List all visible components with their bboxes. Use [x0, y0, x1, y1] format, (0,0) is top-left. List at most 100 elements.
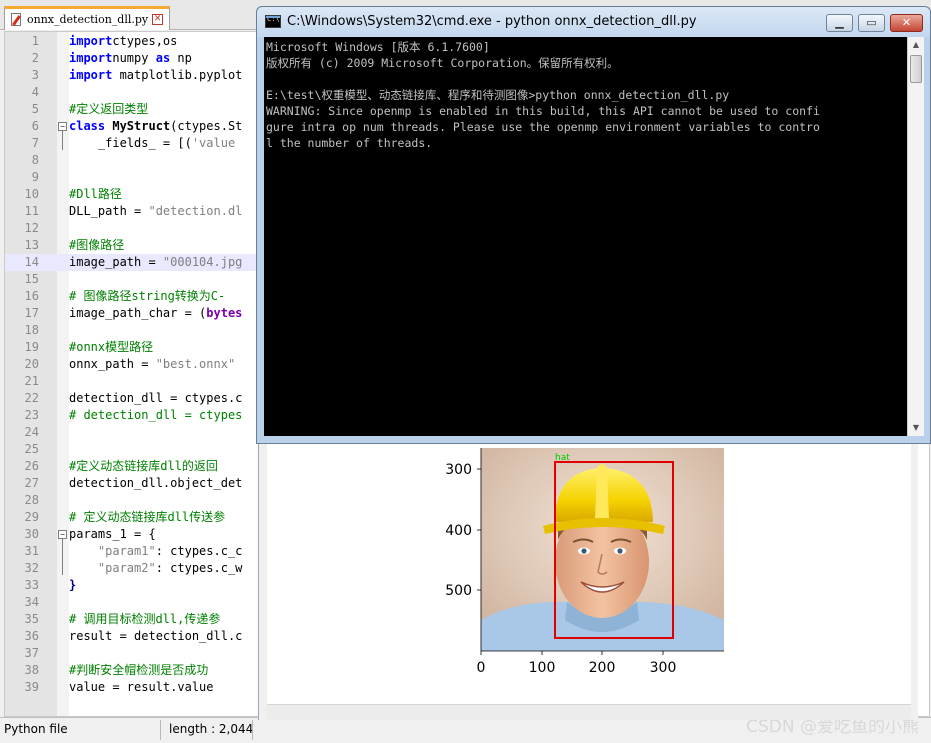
code-text: detection_dll = ctypes.c — [69, 390, 242, 407]
line-number: 2 — [31, 51, 39, 65]
line-number: 11 — [24, 204, 39, 218]
line-number: 20 — [24, 357, 39, 371]
line-number: 38 — [24, 663, 39, 677]
line-number: 32 — [24, 561, 39, 575]
cmd-title: C:\Windows\System32\cmd.exe - python onn… — [287, 14, 697, 29]
code-token: (ctypes.St — [170, 119, 243, 133]
code-text: importnumpy as np — [69, 50, 192, 67]
cmd-title-bar[interactable]: C:\Windows\System32\cmd.exe - python onn… — [257, 7, 930, 37]
scroll-up-icon[interactable]: ▲ — [908, 37, 924, 53]
code-text: #Dll路径 — [69, 186, 122, 203]
code-text: #图像路径 — [69, 237, 124, 254]
console-line: Microsoft Windows [版本 6.1.7600] — [266, 40, 490, 54]
line-number: 22 — [24, 391, 39, 405]
line-number: 7 — [31, 136, 39, 150]
fold-guide — [62, 131, 63, 150]
code-text: import matplotlib.pyplot — [69, 67, 242, 84]
x-tick-label: 0 — [477, 660, 486, 676]
status-length: length : 2,044 — [169, 722, 254, 736]
y-axis-ticks: 300 400 500 — [445, 462, 481, 599]
fold-guide — [62, 539, 63, 575]
code-text: importctypes,os — [69, 33, 177, 50]
line-number: 34 — [24, 595, 39, 609]
cmd-scrollbar[interactable]: ▲ ▼ — [907, 37, 924, 436]
code-text: detection_dll.object_det — [69, 475, 242, 492]
code-token: #定义返回类型 — [69, 102, 149, 116]
line-number: 39 — [24, 680, 39, 694]
status-divider — [252, 720, 253, 740]
detection-label: hat — [555, 453, 570, 463]
close-button[interactable]: ✕ — [890, 14, 923, 32]
line-number: 3 — [31, 68, 39, 82]
line-number: 23 — [24, 408, 39, 422]
scroll-thumb[interactable] — [910, 55, 922, 83]
figure-canvas: hat 300 400 500 0 100 200 300 — [267, 430, 911, 704]
code-text: "param2": ctypes.c_w — [69, 560, 243, 577]
code-text: # 调用目标检测dll,传递参 — [69, 611, 220, 628]
figure-window: hat 300 400 500 0 100 200 300 — [258, 430, 918, 720]
line-number: 13 — [24, 238, 39, 252]
code-token: result = detection_dll.c — [69, 629, 243, 643]
x-tick-label: 300 — [650, 660, 677, 676]
code-token: #onnx模型路径 — [69, 340, 154, 354]
code-token: #判断安全帽检测是否成功 — [69, 663, 209, 677]
minimize-button[interactable]: ▁ — [826, 14, 853, 32]
code-token: MyStruct — [112, 119, 171, 133]
line-number: 36 — [24, 629, 39, 643]
code-text: "param1": ctypes.c_c — [69, 543, 243, 560]
line-number: 24 — [24, 425, 39, 439]
line-number: 30 — [24, 527, 39, 541]
code-token: : ctypes.c_w — [155, 561, 243, 575]
code-token: "best.onnx" — [155, 357, 236, 371]
line-number: 35 — [24, 612, 39, 626]
tab-onnx-detection-dll[interactable]: onnx_detection_dll.py ✕ — [4, 6, 170, 30]
cmd-console[interactable]: Microsoft Windows [版本 6.1.7600] 版权所有 (c) … — [264, 37, 907, 436]
code-text: image_path = "000104.jpg — [69, 254, 242, 271]
code-text: #定义动态链接库dll的返回 — [69, 458, 218, 475]
line-number: 14 — [24, 255, 39, 269]
status-file-type: Python file — [4, 722, 68, 736]
line-number: 29 — [24, 510, 39, 524]
line-number: 9 — [31, 170, 39, 184]
code-token: matplotlib.pyplot — [112, 68, 243, 82]
scroll-down-icon[interactable]: ▼ — [908, 420, 924, 436]
code-token: image_path_char = ( — [69, 306, 207, 320]
code-text: #定义返回类型 — [69, 101, 148, 118]
tab-label: onnx_detection_dll.py — [27, 13, 149, 26]
line-number: 5 — [31, 102, 39, 116]
code-text: _fields_ = [('value — [69, 135, 235, 152]
code-text: DLL_path = "detection.dl — [69, 203, 242, 220]
line-number: 17 — [24, 306, 39, 320]
code-token: "param1" — [97, 544, 156, 558]
code-token: #定义动态链接库dll的返回 — [69, 459, 218, 473]
line-number: 26 — [24, 459, 39, 473]
fold-toggle-icon[interactable]: − — [58, 530, 67, 539]
code-token: numpy — [112, 51, 156, 65]
console-line: WARNING: Since openmp is enabled in this… — [266, 104, 820, 118]
code-text: class MyStruct(ctypes.St — [69, 118, 242, 135]
code-token: ctypes,os — [112, 34, 178, 48]
figure-toolbar — [267, 704, 911, 720]
line-number: 27 — [24, 476, 39, 490]
code-token: import — [69, 68, 113, 82]
code-token: #图像路径 — [69, 238, 125, 252]
code-token: #Dll路径 — [69, 187, 122, 201]
tab-close-icon[interactable]: ✕ — [152, 14, 164, 25]
code-token: params_1 = { — [69, 527, 156, 541]
code-token: # 定义动态链接库dll传送参 — [69, 510, 226, 524]
code-text: # detection_dll = ctypes — [69, 407, 242, 424]
line-number: 33 — [24, 578, 39, 592]
detection-figure: hat 300 400 500 0 100 200 300 — [445, 448, 724, 676]
console-line: gure intra op num threads. Please use th… — [266, 120, 820, 134]
code-token: DLL_path = — [69, 204, 149, 218]
maximize-button[interactable]: ▭ — [858, 14, 885, 32]
line-number: 1 — [31, 34, 39, 48]
console-line: l the number of threads. — [266, 136, 433, 150]
code-token: # 调用目标检测dll,传递参 — [69, 612, 221, 626]
fold-toggle-icon[interactable]: − — [58, 122, 67, 131]
code-token: detection_dll = ctypes.c — [69, 391, 243, 405]
console-line: E:\test\权重模型、动态链接库、程序和待测图像>python onnx_d… — [266, 88, 730, 102]
line-number: 28 — [24, 493, 39, 507]
code-token: onnx_path = — [69, 357, 156, 371]
